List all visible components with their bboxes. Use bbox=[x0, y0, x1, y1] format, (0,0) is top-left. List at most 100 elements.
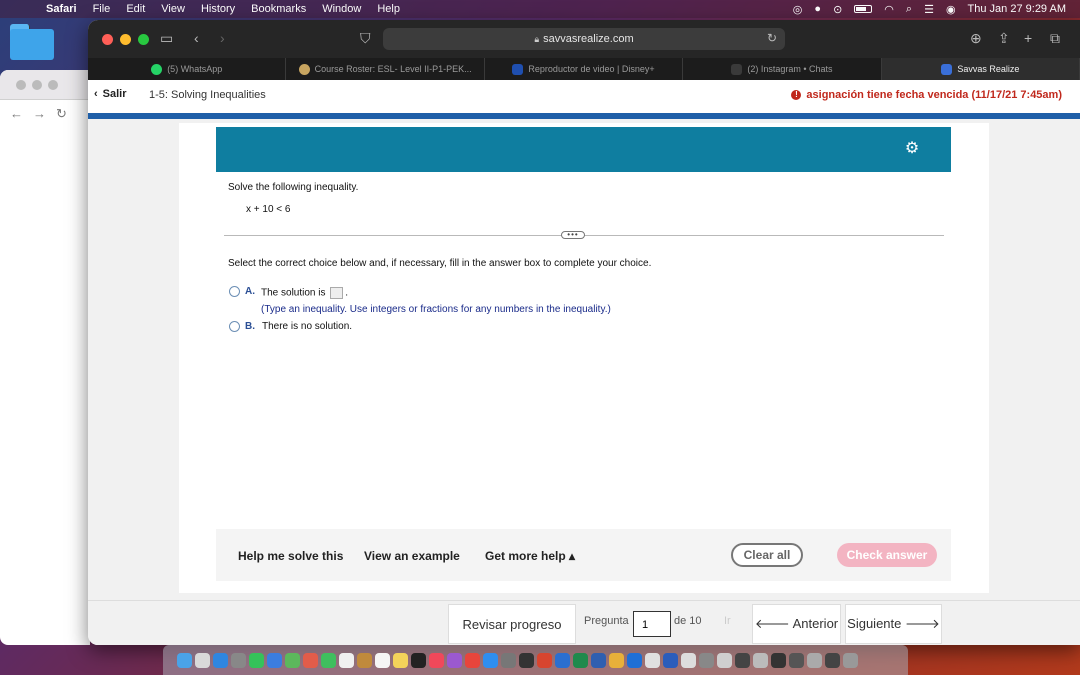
help-icon[interactable] bbox=[231, 652, 246, 668]
music-icon[interactable] bbox=[429, 652, 444, 668]
finder-icon[interactable] bbox=[177, 652, 192, 668]
zoom-icon[interactable] bbox=[627, 652, 642, 668]
menu-file[interactable]: File bbox=[93, 3, 111, 15]
powerpoint-icon[interactable] bbox=[537, 652, 552, 668]
radio-b[interactable] bbox=[229, 321, 240, 332]
reminders-icon[interactable] bbox=[375, 652, 390, 668]
sidebar-icon[interactable]: ▭ bbox=[160, 30, 173, 47]
view-example-button[interactable]: View an example bbox=[364, 549, 460, 563]
answer-box[interactable] bbox=[330, 287, 344, 299]
menu-view[interactable]: View bbox=[161, 3, 185, 15]
dock bbox=[163, 645, 908, 675]
launchpad-icon[interactable] bbox=[195, 652, 210, 668]
settings-icon[interactable] bbox=[501, 652, 516, 668]
forward-icon[interactable]: › bbox=[220, 30, 225, 46]
new-tab-icon[interactable]: + bbox=[1024, 30, 1032, 46]
facetime-icon[interactable] bbox=[321, 652, 336, 668]
gear-icon[interactable]: ⚙ bbox=[903, 140, 921, 158]
trash-icon[interactable] bbox=[843, 652, 858, 668]
status-icon[interactable]: ◎ bbox=[793, 3, 803, 16]
tv-icon[interactable] bbox=[411, 652, 426, 668]
shield-icon[interactable]: ⛉ bbox=[360, 30, 371, 47]
activity-icon[interactable] bbox=[519, 652, 534, 668]
minimize-button[interactable] bbox=[120, 34, 131, 45]
battery-icon[interactable] bbox=[854, 5, 873, 13]
safari-icon[interactable] bbox=[213, 652, 228, 668]
more-options-icon[interactable]: ••• bbox=[561, 231, 585, 239]
help-me-solve-button[interactable]: Help me solve this bbox=[238, 549, 343, 563]
mail-icon[interactable] bbox=[267, 652, 282, 668]
question-icon[interactable] bbox=[699, 652, 714, 668]
word-icon[interactable] bbox=[663, 652, 678, 668]
outlook-icon[interactable] bbox=[555, 652, 570, 668]
chrome-icon[interactable] bbox=[609, 652, 624, 668]
extension-icon[interactable]: ● bbox=[814, 3, 821, 15]
choice-a[interactable]: A. The solution is . (Type an inequality… bbox=[229, 286, 611, 315]
clock[interactable]: Thu Jan 27 9:29 AM bbox=[968, 3, 1066, 15]
menu-history[interactable]: History bbox=[201, 3, 235, 15]
close-button[interactable] bbox=[102, 34, 113, 45]
address-bar[interactable]: 🔒︎ savvasrealize.com ↻ bbox=[383, 28, 785, 50]
document-icon[interactable] bbox=[681, 652, 696, 668]
record-icon[interactable]: ⊙ bbox=[833, 3, 842, 16]
back-icon[interactable]: ‹ bbox=[194, 30, 199, 46]
review-progress-button[interactable]: Revisar progreso bbox=[448, 604, 576, 644]
tab-disney[interactable]: Reproductor de video | Disney+ bbox=[485, 58, 684, 80]
disney-icon bbox=[512, 63, 524, 75]
menu-app[interactable]: Safari bbox=[46, 3, 77, 15]
reload-icon[interactable]: ↻ bbox=[767, 31, 777, 45]
siri-icon[interactable]: ◉ bbox=[946, 3, 956, 16]
tab-savvas[interactable]: Savvas Realize bbox=[881, 58, 1080, 80]
window-thumb-icon[interactable] bbox=[789, 652, 804, 668]
next-button[interactable]: Siguiente 🡒 bbox=[845, 604, 942, 644]
exit-button[interactable]: ‹ Salir bbox=[94, 88, 127, 100]
teams-icon[interactable] bbox=[591, 652, 606, 668]
choice-a-text: The solution is bbox=[261, 287, 326, 299]
search-icon[interactable]: ⌕ bbox=[906, 3, 912, 16]
window-thumb-icon[interactable] bbox=[753, 652, 768, 668]
window-thumb-icon[interactable] bbox=[735, 652, 750, 668]
question-total: de 10 bbox=[674, 615, 702, 627]
window-thumb-icon[interactable] bbox=[771, 652, 786, 668]
browser-toolbar: ▭ ‹ › ⛉ 🔒︎ savvasrealize.com ↻ ⊕ ⇪ + ⧉ bbox=[88, 20, 1080, 58]
header-accent-bar bbox=[88, 113, 1080, 119]
radio-a[interactable] bbox=[229, 286, 240, 297]
clear-all-button[interactable]: Clear all bbox=[731, 543, 803, 567]
share-icon[interactable]: ⇪ bbox=[998, 30, 1010, 47]
tab-course-roster[interactable]: Course Roster: ESL- Level II-P1-PEK... bbox=[286, 58, 485, 80]
preview-icon[interactable] bbox=[645, 652, 660, 668]
go-button[interactable]: Ir bbox=[724, 615, 731, 627]
tab-overview-icon[interactable]: ⧉ bbox=[1050, 30, 1060, 47]
messages-icon[interactable] bbox=[249, 652, 264, 668]
window-thumb-icon[interactable] bbox=[807, 652, 822, 668]
get-more-help-button[interactable]: Get more help ▴ bbox=[485, 549, 575, 563]
choice-b[interactable]: B. There is no solution. bbox=[229, 321, 352, 332]
tab-instagram[interactable]: (2) Instagram • Chats bbox=[683, 58, 882, 80]
contacts-icon[interactable] bbox=[357, 652, 372, 668]
app-store-icon[interactable] bbox=[483, 652, 498, 668]
screenshot-icon[interactable] bbox=[717, 652, 732, 668]
previous-button[interactable]: 🡐 Anterior bbox=[752, 604, 841, 644]
wifi-icon[interactable]: ◠ bbox=[884, 3, 894, 16]
check-answer-button[interactable]: Check answer bbox=[837, 543, 937, 567]
control-center-icon[interactable]: ☰ bbox=[924, 3, 934, 16]
tab-whatsapp[interactable]: (5) WhatsApp bbox=[88, 58, 287, 80]
excel-icon[interactable] bbox=[573, 652, 588, 668]
window-thumb-icon[interactable] bbox=[825, 652, 840, 668]
menu-edit[interactable]: Edit bbox=[126, 3, 145, 15]
podcasts-icon[interactable] bbox=[447, 652, 462, 668]
menu-help[interactable]: Help bbox=[377, 3, 400, 15]
news-icon[interactable] bbox=[465, 652, 480, 668]
background-window[interactable]: ← → ↻ bbox=[0, 70, 90, 645]
question-number-input[interactable]: 1 bbox=[633, 611, 671, 637]
folder-icon[interactable] bbox=[10, 24, 54, 60]
maps-icon[interactable] bbox=[285, 652, 300, 668]
menu-window[interactable]: Window bbox=[322, 3, 361, 15]
photos-icon[interactable] bbox=[303, 652, 318, 668]
calendar-icon[interactable] bbox=[339, 652, 354, 668]
notes-icon[interactable] bbox=[393, 652, 408, 668]
download-icon[interactable]: ⊕ bbox=[970, 30, 982, 47]
menubar: Safari File Edit View History Bookmarks … bbox=[0, 0, 1080, 18]
menu-bookmarks[interactable]: Bookmarks bbox=[251, 3, 306, 15]
zoom-button[interactable] bbox=[138, 34, 149, 45]
